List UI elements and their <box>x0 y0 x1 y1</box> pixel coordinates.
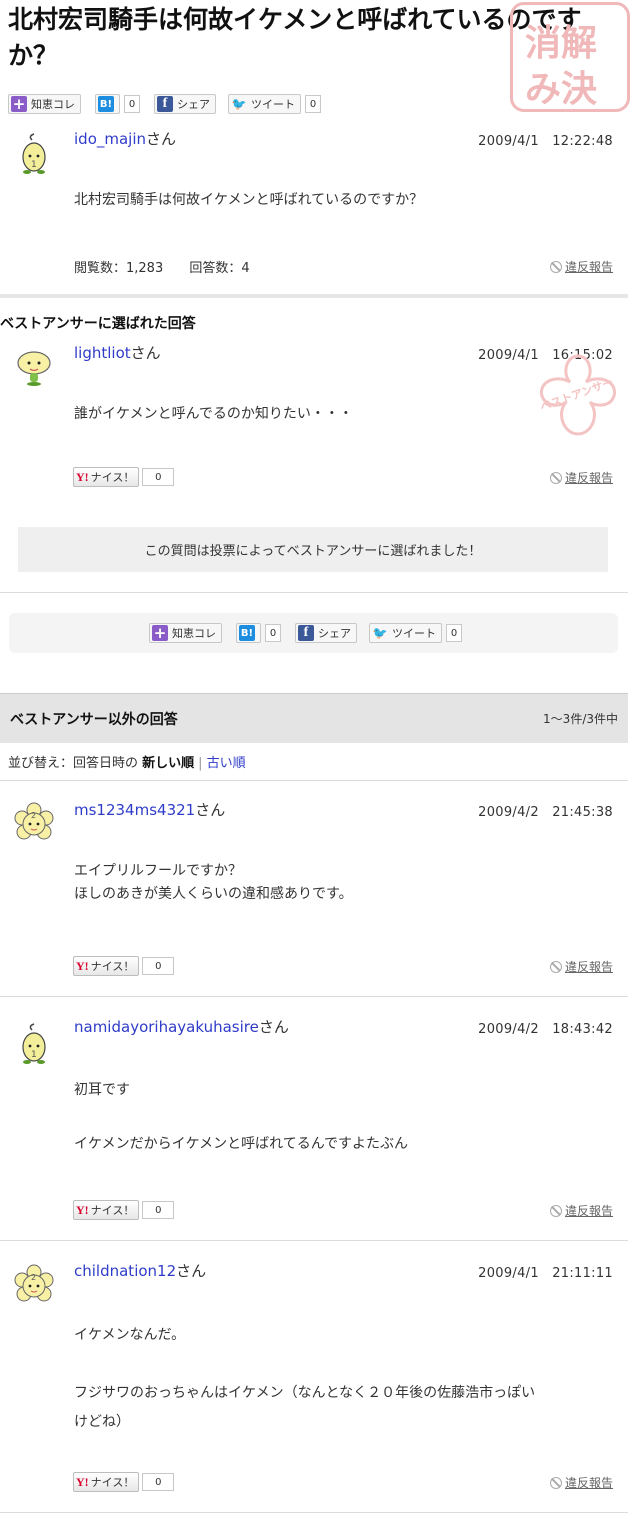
answer-report-link[interactable]: 違反報告 <box>549 1202 613 1219</box>
answer-author: childnation12さん <box>74 1262 207 1280</box>
facebook-icon: f <box>298 625 314 641</box>
other-answers-header: ベストアンサー以外の回答 1～3件/3件中 <box>0 693 628 743</box>
divider <box>0 1512 628 1513</box>
nice-count: 0 <box>142 468 175 486</box>
nice-count: 0 <box>142 957 175 975</box>
answer-timestamp: 2009/4/2 21:45:38 <box>478 805 613 820</box>
best-answer-report-link[interactable]: 違反報告 <box>549 469 613 486</box>
resolved-stamp-graphic: 消解 み決 <box>525 23 597 110</box>
tweet-count: 0 <box>305 95 321 113</box>
question-author-link[interactable]: ido_majin <box>74 130 146 148</box>
best-answer-author: lightliotさん <box>74 344 161 362</box>
share-row-bottom: + 知恵コレ B! 0 f シェア 🐦 ツイート 0 <box>149 622 462 644</box>
answer-report-link[interactable]: 違反報告 <box>549 958 613 975</box>
answer-nice: Y! ナイス！ 0 <box>73 956 175 976</box>
best-answer-author-link[interactable]: lightliot <box>74 344 131 362</box>
answer-report-link[interactable]: 違反報告 <box>549 1474 613 1491</box>
svg-text:2: 2 <box>31 811 36 820</box>
hatena-icon: B! <box>239 625 255 641</box>
nice-button[interactable]: Y! ナイス！ <box>73 1200 140 1220</box>
question-meta: 閲覧数：1,283 回答数：4 <box>74 257 250 276</box>
prohibited-icon <box>549 960 562 973</box>
tweet-button-bottom[interactable]: 🐦 ツイート <box>369 623 442 643</box>
avatar-flower-icon: 2 <box>14 1264 54 1302</box>
divider <box>0 996 628 997</box>
prohibited-icon <box>549 260 562 273</box>
nice-count: 0 <box>142 1473 175 1491</box>
avatar-sprout-icon: 1 <box>22 1023 46 1064</box>
resolved-stamp: 消解 み決 <box>510 2 630 112</box>
best-answer-sakura-stamp-icon: ベストアンサー <box>539 354 617 436</box>
avatar-sprout-icon: 1 <box>22 133 46 174</box>
other-answers-heading: ベストアンサー以外の回答 <box>10 712 178 728</box>
divider <box>0 780 628 781</box>
avatar-mushroom-icon <box>17 351 51 386</box>
answer-body: イケメンなんだ。 フジサワのおっちゃんはイケメン（なんとなく２０年後の佐藤浩市っ… <box>74 1327 536 1430</box>
chiekore-button-bottom[interactable]: + 知恵コレ <box>149 623 222 643</box>
question-report-link[interactable]: 違反報告 <box>549 258 613 275</box>
answer-author: namidayorihayakuhasireさん <box>74 1018 289 1036</box>
hatena-count: 0 <box>124 95 140 113</box>
views-count: 閲覧数：1,283 <box>74 261 164 276</box>
plus-icon: + <box>152 624 168 642</box>
answer-author: ms1234ms4321さん <box>74 801 226 819</box>
avatar-flower-icon: 2 <box>14 802 54 840</box>
best-answer-heading: ベストアンサーに選ばれた回答 <box>0 316 196 332</box>
answer-author-link[interactable]: namidayorihayakuhasire <box>74 1018 259 1036</box>
question-author: ido_majinさん <box>74 130 177 148</box>
answer-nice: Y! ナイス！ 0 <box>73 1472 175 1492</box>
share-row-top: + 知恵コレ B! 0 f シェア 🐦 ツイート 0 <box>8 93 321 115</box>
sort-bar: 並び替え：回答日時の 新しい順 | 古い順 <box>8 756 246 771</box>
answer-body: 初耳です イケメンだからイケメンと呼ばれてるんですよたぶん <box>74 1082 409 1152</box>
tweet-count-bottom: 0 <box>446 624 462 642</box>
hatena-bookmark-button[interactable]: B! <box>95 94 120 114</box>
hatena-bookmark-button-bottom[interactable]: B! <box>236 623 261 643</box>
svg-text:1: 1 <box>31 160 37 170</box>
divider <box>0 592 628 593</box>
svg-text:2: 2 <box>31 1273 36 1282</box>
section-divider <box>0 294 628 298</box>
prohibited-icon <box>549 1476 562 1489</box>
prohibited-icon <box>549 1204 562 1217</box>
hatena-count-bottom: 0 <box>265 624 281 642</box>
facebook-share-button[interactable]: f シェア <box>154 94 216 114</box>
best-answer-nice: Y! ナイス！ 0 <box>73 467 175 487</box>
nice-count: 0 <box>142 1201 175 1219</box>
answers-count: 回答数：4 <box>189 261 250 276</box>
sort-newest: 新しい順 <box>142 756 195 771</box>
answer-timestamp: 2009/4/1 21:11:11 <box>478 1266 613 1281</box>
yahoo-y-icon: Y! <box>76 469 89 484</box>
question-timestamp: 2009/4/1 12:22:48 <box>478 134 613 149</box>
answer-body: エイプリルフールですか？ ほしのあきが美人くらいの違和感ありです。 <box>74 863 353 902</box>
divider <box>0 1240 628 1241</box>
hatena-icon: B! <box>98 96 114 112</box>
twitter-bird-icon: 🐦 <box>372 626 388 640</box>
best-answer-body: 誰がイケメンと呼んでるのか知りたい・・・ <box>74 406 353 422</box>
chiekore-button[interactable]: + 知恵コレ <box>8 94 81 114</box>
nice-button[interactable]: Y! ナイス！ <box>73 1472 140 1492</box>
answer-author-link[interactable]: ms1234ms4321 <box>74 801 195 819</box>
question-body: 北村宏司騎手は何故イケメンと呼ばれているのですか？ <box>74 192 424 208</box>
answer-nice: Y! ナイス！ 0 <box>73 1200 175 1220</box>
nice-button[interactable]: Y! ナイス！ <box>73 956 140 976</box>
answer-timestamp: 2009/4/2 18:43:42 <box>478 1022 613 1037</box>
prohibited-icon <box>549 471 562 484</box>
svg-text:消解: 消解 <box>525 23 597 64</box>
facebook-icon: f <box>157 96 173 112</box>
other-answers-count: 1～3件/3件中 <box>543 712 618 726</box>
twitter-bird-icon: 🐦 <box>231 97 247 111</box>
svg-text:み決: み決 <box>525 69 597 110</box>
nice-button[interactable]: Y! ナイス！ <box>73 467 140 487</box>
tweet-button[interactable]: 🐦 ツイート <box>228 94 301 114</box>
yahoo-y-icon: Y! <box>76 958 89 973</box>
svg-text:1: 1 <box>31 1050 37 1060</box>
vote-notice: この質問は投票によってベストアンサーに選ばれました！ <box>18 527 608 572</box>
plus-icon: + <box>11 95 27 113</box>
yahoo-y-icon: Y! <box>76 1474 89 1489</box>
answer-author-link[interactable]: childnation12 <box>74 1262 176 1280</box>
sort-oldest-link[interactable]: 古い順 <box>207 756 246 771</box>
yahoo-y-icon: Y! <box>76 1202 89 1217</box>
facebook-share-button-bottom[interactable]: f シェア <box>295 623 357 643</box>
